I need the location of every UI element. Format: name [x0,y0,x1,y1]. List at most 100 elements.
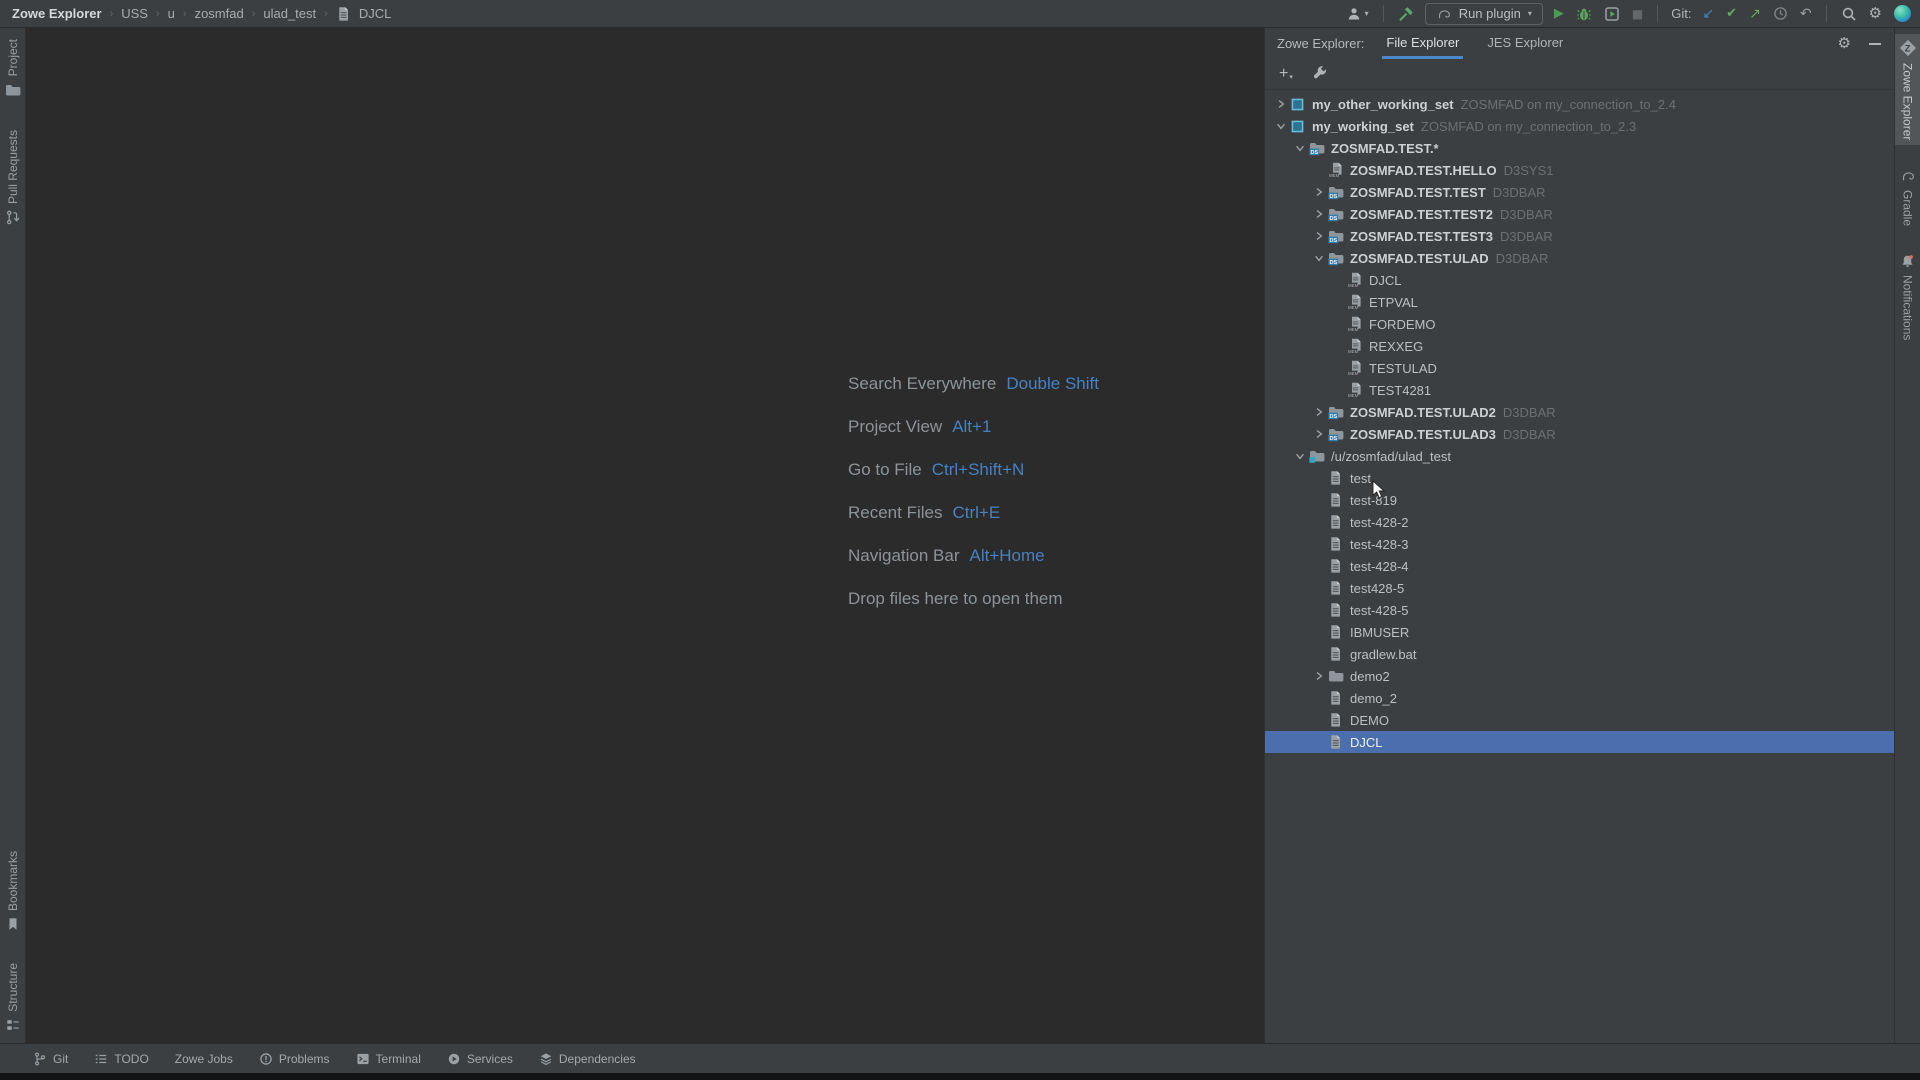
file-tree: my_other_working_setZOSMFAD on my_connec… [1265,90,1894,1043]
breadcrumb: Zowe Explorer›USS›u›zosmfad›ulad_test›DJ… [12,6,391,22]
tree-item-zosmfad-test-test3[interactable]: DSZOSMFAD.TEST.TEST3D3DBAR [1265,225,1894,247]
tree-item-test-819[interactable]: test-819 [1265,489,1894,511]
ds-folder-icon: DS [1328,250,1345,266]
breadcrumb-item-djcl[interactable]: DJCL [359,6,392,21]
git-rollback-button[interactable]: ↶ [1799,6,1813,22]
tree-item-my-working-set[interactable]: my_working_setZOSMFAD on my_connection_t… [1265,115,1894,137]
statusbar-item-dependencies[interactable]: Dependencies [526,1044,649,1073]
breadcrumb-item-zowe-explorer[interactable]: Zowe Explorer [12,6,102,21]
file-icon [1328,470,1345,486]
git-update-button[interactable]: ↙ [1701,6,1715,22]
breadcrumb-item-u[interactable]: u [168,6,175,21]
tree-item-zosmfad-test-test[interactable]: DSZOSMFAD.TEST.TESTD3DBAR [1265,181,1894,203]
chevron-right-icon[interactable] [1309,209,1328,219]
run-button[interactable]: ▶ [1553,6,1565,21]
tree-item-zosmfad-test-test2[interactable]: DSZOSMFAD.TEST.TEST2D3DBAR [1265,203,1894,225]
statusbar-item-todo[interactable]: TODO [81,1044,161,1073]
svg-text:DS: DS [1330,194,1338,200]
tree-item-testulad[interactable]: MEMTESTULAD [1265,357,1894,379]
tree-item-test428-5[interactable]: test428-5 [1265,577,1894,599]
settings-button[interactable]: ⚙ [1868,5,1883,22]
chevron-down-icon[interactable] [1309,253,1328,263]
tree-item-zosmfad-test[interactable]: DSZOSMFAD.TEST.* [1265,137,1894,159]
tree-item-demo[interactable]: DEMO [1265,709,1894,731]
chevron-right-icon[interactable] [1309,671,1328,681]
statusbar-item-services[interactable]: Services [434,1044,526,1073]
tree-item-djcl[interactable]: MEMDJCL [1265,269,1894,291]
tree-item-gradlew-bat[interactable]: gradlew.bat [1265,643,1894,665]
tree-item-label: my_other_working_set [1312,97,1454,112]
tree-item-test-428-4[interactable]: test-428-4 [1265,555,1894,577]
user-profile-button[interactable]: ▾ [1345,5,1370,23]
debug-button[interactable] [1575,5,1593,23]
tree-item-zosmfad-test-hello[interactable]: MEMZOSMFAD.TEST.HELLOD3SYS1 [1265,159,1894,181]
tree-item-ibmuser[interactable]: IBMUSER [1265,621,1894,643]
tree-item-demo-2[interactable]: demo_2 [1265,687,1894,709]
tree-item-label: /u/zosmfad/ulad_test [1331,449,1451,464]
statusbar-item-label: Services [467,1052,513,1066]
plus-icon: +▾ [1279,66,1293,82]
panel-settings-button[interactable]: ⚙ [1837,35,1852,52]
breadcrumb-item-ulad-test[interactable]: ulad_test [263,6,316,21]
build-project-button[interactable] [1397,5,1415,23]
run-configuration-select[interactable]: Run plugin ▾ [1425,3,1543,25]
tree-item-zosmfad-test-ulad[interactable]: DSZOSMFAD.TEST.ULADD3DBAR [1265,247,1894,269]
tree-item-djcl[interactable]: DJCL [1265,731,1894,753]
git-commit-button[interactable]: ✔ [1725,6,1738,21]
stripe-item-structure[interactable]: Structure [0,958,25,1037]
chevron-right-icon[interactable] [1271,99,1290,109]
chevron-right-icon[interactable] [1309,429,1328,439]
panel-tools-button[interactable] [1311,65,1329,83]
status-bar: GitTODO Zowe Jobs ProblemsTerminal Services… [0,1043,1920,1073]
stripe-item-bookmarks[interactable]: Bookmarks [0,846,25,936]
tree-item-rexxeg[interactable]: MEMREXXEG [1265,335,1894,357]
chevron-down-icon[interactable] [1271,121,1290,131]
tree-item-etpval[interactable]: MEMETPVAL [1265,291,1894,313]
tree-item-zosmfad-test-ulad2[interactable]: DSZOSMFAD.TEST.ULAD2D3DBAR [1265,401,1894,423]
tree-item-my-other-working-set[interactable]: my_other_working_setZOSMFAD on my_connec… [1265,93,1894,115]
ide-sphere-button[interactable] [1893,4,1912,23]
tree-item-label: my_working_set [1312,119,1414,134]
tree-item-test-428-3[interactable]: test-428-3 [1265,533,1894,555]
statusbar-item-terminal[interactable]: Terminal [343,1044,434,1073]
stripe-item-pull-requests[interactable]: Pull Requests [0,125,25,230]
chevron-right-icon[interactable] [1309,407,1328,417]
run-with-coverage-button[interactable] [1603,5,1621,23]
add-working-set-button[interactable]: +▾ [1278,65,1294,83]
tree-item-test-428-2[interactable]: test-428-2 [1265,511,1894,533]
stripe-item-gradle[interactable]: Gradle [1895,163,1920,231]
bug-icon [1576,6,1592,22]
chevron-down-icon[interactable] [1290,451,1309,461]
tree-item-demo2[interactable]: demo2 [1265,665,1894,687]
tree-item-fordemo[interactable]: MEMFORDEMO [1265,313,1894,335]
git-history-button[interactable] [1772,5,1789,22]
tab-file-explorer[interactable]: File Explorer [1382,28,1463,59]
statusbar-item-problems[interactable]: Problems [246,1044,343,1073]
chevron-right-icon[interactable] [1309,231,1328,241]
git-push-button[interactable]: ↗ [1748,6,1762,22]
search-everywhere-button[interactable] [1840,5,1858,23]
shortcut-hint-navigation-bar: Navigation BarAlt+Home [848,534,1099,577]
stop-button[interactable]: ■ [1631,7,1644,21]
statusbar-item-label: Zowe Jobs [175,1052,233,1066]
statusbar-item-zowe-jobs[interactable]: Zowe Jobs [162,1044,246,1073]
panel-minimize-button[interactable] [1868,42,1882,46]
stripe-item-project[interactable]: Project [0,34,25,103]
tree-item-test[interactable]: test [1265,467,1894,489]
breadcrumb-separator: › [183,8,187,20]
file-icon [1328,712,1345,728]
tree-item-test-428-5[interactable]: test-428-5 [1265,599,1894,621]
breadcrumb-item-zosmfad[interactable]: zosmfad [195,6,244,21]
statusbar-item-git[interactable]: Git [20,1044,81,1073]
tab-jes-explorer[interactable]: JES Explorer [1483,28,1567,59]
stripe-item-notifications[interactable]: Notifications [1895,249,1920,345]
tree-item-zosmfad-test-ulad3[interactable]: DSZOSMFAD.TEST.ULAD3D3DBAR [1265,423,1894,445]
problems-icon [259,1052,273,1066]
tree-item-test4281[interactable]: MEMTEST4281 [1265,379,1894,401]
breadcrumb-item-uss[interactable]: USS [121,6,148,21]
tree-item-u-zosmfad-ulad-test[interactable]: /u/zosmfad/ulad_test [1265,445,1894,467]
chevron-right-icon[interactable] [1309,187,1328,197]
ds-folder-icon: DS [1328,184,1345,200]
chevron-down-icon[interactable] [1290,143,1309,153]
stripe-item-zowe-explorer[interactable]: ZZowe Explorer [1895,34,1920,145]
